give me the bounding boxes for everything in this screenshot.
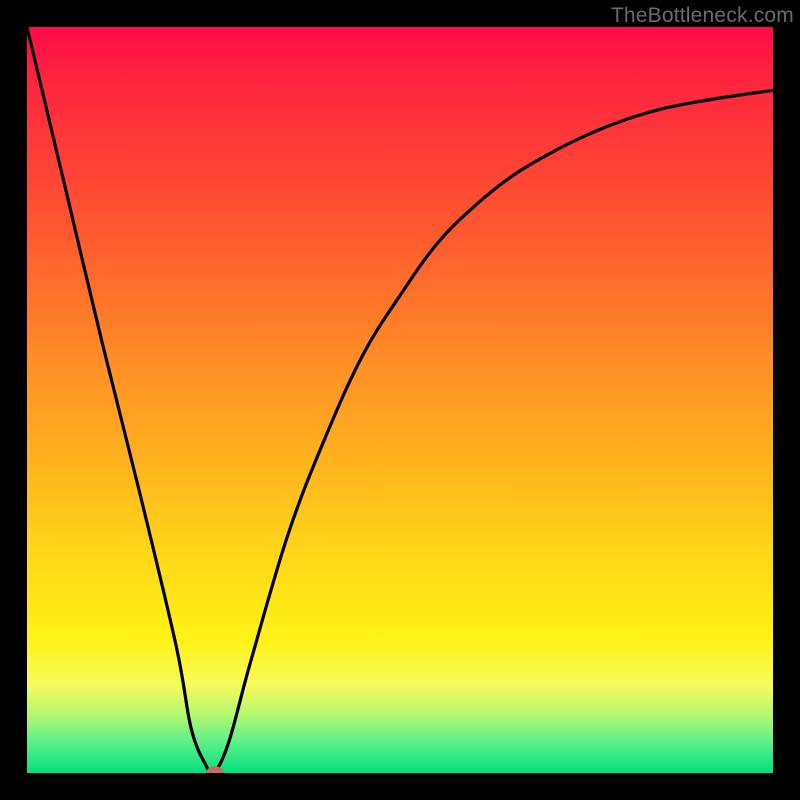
attribution-text: TheBottleneck.com [611, 4, 794, 28]
curve-minimum-marker [206, 766, 224, 773]
bottleneck-curve-svg [27, 27, 773, 773]
chart-plot-area [27, 27, 773, 773]
chart-frame: TheBottleneck.com [0, 0, 800, 800]
bottleneck-curve-path [27, 27, 773, 773]
